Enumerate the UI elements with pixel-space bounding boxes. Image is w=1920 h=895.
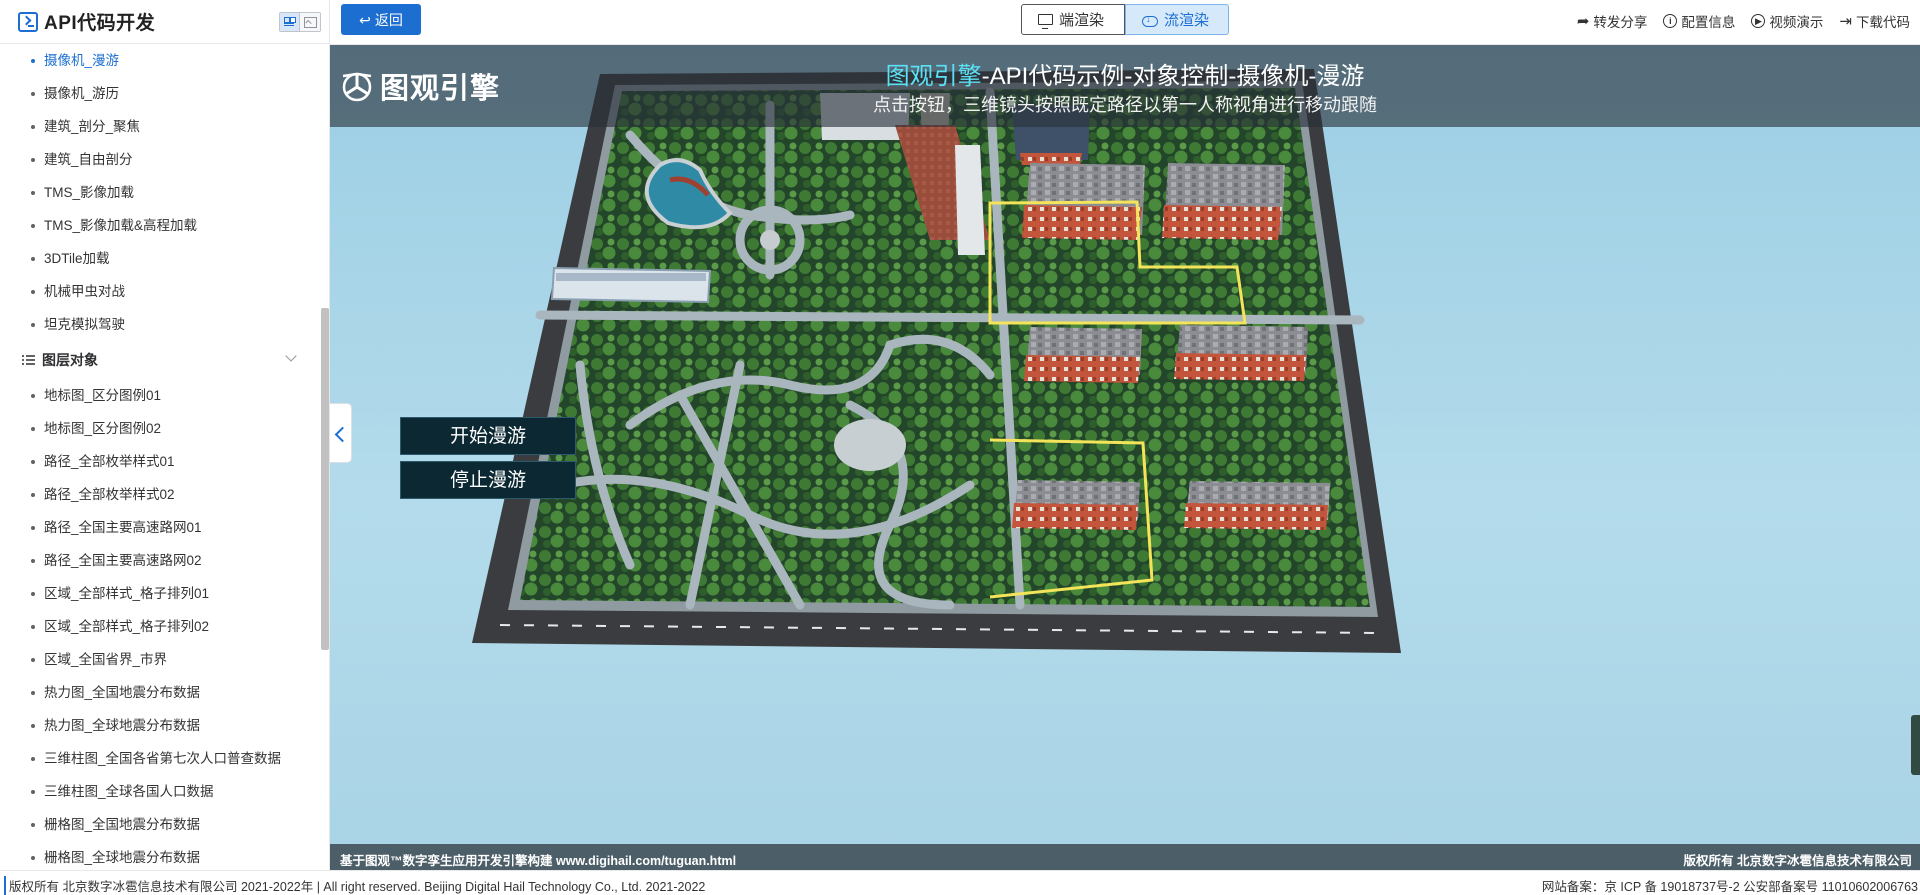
sidebar-list-top: 摄像机_漫游 摄像机_游历 建筑_剖分_聚焦 建筑_自由剖分 TMS_影像加载 TMS_影… bbox=[0, 44, 319, 341]
sidebar-item[interactable]: 坦克模拟驾驶 bbox=[0, 308, 319, 341]
start-tour-button[interactable]: 开始漫游 bbox=[400, 417, 576, 455]
sidebar-list-group: 地标图_区分图例01 地标图_区分图例02 路径_全部枚举样式01 路径_全部枚举样式… bbox=[0, 379, 319, 870]
campus-3d-scene[interactable] bbox=[330, 45, 1920, 870]
video-demo-button[interactable]: ▶ 视频演示 bbox=[1751, 11, 1823, 31]
sidebar-item[interactable]: 建筑_自由剖分 bbox=[0, 143, 319, 176]
sidebar-item[interactable]: 路径_全部枚举样式02 bbox=[0, 478, 319, 511]
download-icon: ⇥ bbox=[1839, 12, 1852, 30]
stream-render-label: 流渲染 bbox=[1164, 12, 1210, 29]
list-icon bbox=[22, 355, 35, 365]
page-footer: 版权所有 北京数字冰雹信息技术有限公司 2021-2022年 | All rig… bbox=[0, 870, 1920, 895]
sidebar-item[interactable]: 3DTile加载 bbox=[0, 242, 319, 275]
top-actions: ➦ 转发分享 i 配置信息 ▶ 视频演示 ⇥ 下载代码 bbox=[1577, 11, 1910, 31]
back-arrow-icon: ↩ bbox=[359, 11, 371, 28]
scene-viewport[interactable]: 图观引擎 图观引擎-API代码示例-对象控制-摄像机-漫游 点击按钮，三维镜头按… bbox=[330, 45, 1920, 870]
terminal-logo-icon bbox=[18, 11, 38, 32]
share-label: 转发分享 bbox=[1593, 15, 1648, 30]
sidebar-header: API代码开发 bbox=[0, 0, 329, 44]
config-info-label: 配置信息 bbox=[1681, 15, 1736, 30]
footer-copyright: 版权所有 北京数字冰雹信息技术有限公司 2021-2022年 | All rig… bbox=[4, 876, 705, 895]
config-info-button[interactable]: i 配置信息 bbox=[1663, 11, 1735, 31]
sidebar-item[interactable]: 栅格图_全球地震分布数据 bbox=[0, 841, 319, 870]
footer-icp: 网站备案：京 ICP 备 19018737号-2 公安部备案号 11010602… bbox=[1541, 880, 1918, 894]
sidebar-group-label: 图层对象 bbox=[42, 352, 98, 368]
scene-subtitle: 点击按钮，三维镜头按照既定路径以第一人称视角进行移动跟随 bbox=[873, 95, 1377, 115]
download-code-button[interactable]: ⇥ 下载代码 bbox=[1839, 11, 1910, 31]
client-render-label: 端渲染 bbox=[1059, 12, 1105, 29]
scene-title-rest: -API代码示例-对象控制-摄像机-漫游 bbox=[981, 63, 1365, 90]
grid-view-icon[interactable] bbox=[280, 13, 300, 31]
sidebar-item[interactable]: 地标图_区分图例02 bbox=[0, 412, 319, 445]
scene-footer-right: 版权所有 北京数字冰雹信息技术有限公司 bbox=[1683, 854, 1912, 868]
sidebar-item[interactable]: 三维柱图_全国各省第七次人口普查数据 bbox=[0, 742, 319, 775]
sidebar-item[interactable]: 地标图_区分图例01 bbox=[0, 379, 319, 412]
back-button-label: 返回 bbox=[374, 11, 403, 28]
cloud-download-icon bbox=[1142, 14, 1158, 27]
title-banner: 图观引擎 图观引擎-API代码示例-对象控制-摄像机-漫游 点击按钮，三维镜头按… bbox=[330, 45, 1920, 127]
monitor-icon bbox=[1038, 14, 1053, 29]
sidebar: API代码开发 摄像机_漫游 摄像机_游历 建筑_剖分_聚焦 建筑_自由剖分 TMS_影… bbox=[0, 0, 330, 870]
sidebar-item[interactable]: 三维柱图_全球各国人口数据 bbox=[0, 775, 319, 808]
sidebar-group-layers[interactable]: 图层对象 bbox=[0, 341, 319, 379]
download-code-label: 下载代码 bbox=[1856, 15, 1910, 30]
info-icon: i bbox=[1663, 14, 1678, 28]
share-icon: ➦ bbox=[1576, 12, 1590, 30]
sidebar-item[interactable]: 区域_全国省界_市界 bbox=[0, 643, 319, 676]
sidebar-item[interactable]: TMS_影像加载&高程加载 bbox=[0, 209, 319, 242]
right-edge-widget[interactable] bbox=[1911, 715, 1920, 775]
sidebar-item[interactable]: 路径_全国主要高速路网02 bbox=[0, 544, 319, 577]
sidebar-item[interactable]: 路径_全部枚举样式01 bbox=[0, 445, 319, 478]
stream-render-button[interactable]: 流渲染 bbox=[1125, 4, 1229, 35]
sidebar-item[interactable]: 栅格图_全国地震分布数据 bbox=[0, 808, 319, 841]
sidebar-item[interactable]: 建筑_剖分_聚焦 bbox=[0, 110, 319, 143]
chevron-down-icon bbox=[285, 350, 297, 362]
play-circle-icon: ▶ bbox=[1751, 14, 1766, 28]
view-toggle bbox=[279, 12, 321, 32]
render-mode-switch: 端渲染 流渲染 bbox=[1021, 4, 1229, 35]
sidebar-item[interactable]: 区域_全部样式_格子排列01 bbox=[0, 577, 319, 610]
top-toolbar: ↩ 返回 端渲染 流渲染 ➦ 转发分享 i 配置信息 ▶ 视频演示 ⇥ 下载代码 bbox=[330, 0, 1920, 45]
sidebar-scrollbar[interactable] bbox=[321, 308, 329, 650]
sidebar-item[interactable]: 区域_全部样式_格子排列02 bbox=[0, 610, 319, 643]
image-view-icon[interactable] bbox=[300, 13, 320, 31]
sidebar-title: API代码开发 bbox=[44, 13, 156, 34]
client-render-button[interactable]: 端渲染 bbox=[1021, 4, 1125, 35]
scene-title-accent: 图观引擎 bbox=[885, 63, 982, 90]
sidebar-item[interactable]: 路径_全国主要高速路网01 bbox=[0, 511, 319, 544]
sidebar-item[interactable]: 热力图_全国地震分布数据 bbox=[0, 676, 319, 709]
sidebar-item[interactable]: TMS_影像加载 bbox=[0, 176, 319, 209]
sidebar-list: 摄像机_漫游 摄像机_游历 建筑_剖分_聚焦 建筑_自由剖分 TMS_影像加载 TMS_影… bbox=[0, 44, 319, 870]
back-button[interactable]: ↩ 返回 bbox=[341, 4, 421, 35]
chevron-left-icon[interactable] bbox=[330, 403, 352, 463]
sidebar-item[interactable]: 机械甲虫对战 bbox=[0, 275, 319, 308]
scene-footer: 基于图观™数字孪生应用开发引擎构建 www.digihail.com/tugua… bbox=[330, 844, 1920, 870]
sidebar-item[interactable]: 摄像机_游历 bbox=[0, 77, 319, 110]
scene-title: 图观引擎-API代码示例-对象控制-摄像机-漫游 bbox=[330, 56, 1920, 91]
sidebar-item[interactable]: 摄像机_漫游 bbox=[0, 44, 319, 77]
share-button[interactable]: ➦ 转发分享 bbox=[1577, 11, 1648, 31]
sidebar-item[interactable]: 热力图_全球地震分布数据 bbox=[0, 709, 319, 742]
video-demo-label: 视频演示 bbox=[1769, 15, 1824, 30]
stop-tour-button[interactable]: 停止漫游 bbox=[400, 461, 576, 499]
scene-footer-left: 基于图观™数字孪生应用开发引擎构建 www.digihail.com/tugua… bbox=[340, 854, 737, 868]
